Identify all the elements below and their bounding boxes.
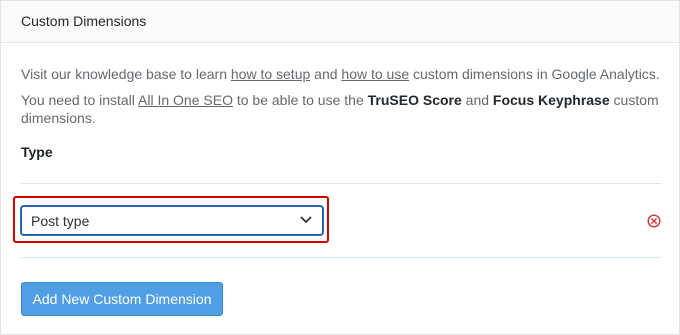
focus-keyphrase-text: Focus Keyphrase xyxy=(492,92,610,108)
divider xyxy=(21,183,661,184)
remove-circle-x-icon[interactable] xyxy=(647,214,661,228)
desc-text: and xyxy=(461,92,493,108)
desc-text: You need to install xyxy=(21,92,139,108)
how-to-setup-link[interactable]: how to setup xyxy=(231,66,310,82)
type-select[interactable]: Post type xyxy=(21,206,323,235)
add-custom-dimension-button[interactable]: Add New Custom Dimension xyxy=(21,282,223,316)
chevron-down-icon xyxy=(300,216,312,223)
truseo-score-text: TruSEO Score xyxy=(367,92,462,108)
desc-text: to be able to use the xyxy=(232,92,368,108)
type-label: Type xyxy=(21,144,53,160)
custom-dimensions-panel: Custom Dimensions Visit our knowledge ba… xyxy=(0,0,680,335)
desc-text: custom dimensions in Google Analytics. xyxy=(409,66,660,82)
desc-text: Visit our knowledge base to learn xyxy=(21,66,231,82)
all-in-one-seo-link[interactable]: All In One SEO xyxy=(138,92,233,108)
how-to-use-link[interactable]: how to use xyxy=(341,66,409,82)
knowledge-base-text: Visit our knowledge base to learn how to… xyxy=(21,65,661,83)
desc-text: and xyxy=(310,66,342,82)
divider xyxy=(21,257,661,258)
type-select-value: Post type xyxy=(31,213,90,229)
install-aioseo-text: You need to install All In One SEO to be… xyxy=(21,91,661,127)
panel-title: Custom Dimensions xyxy=(1,1,679,43)
